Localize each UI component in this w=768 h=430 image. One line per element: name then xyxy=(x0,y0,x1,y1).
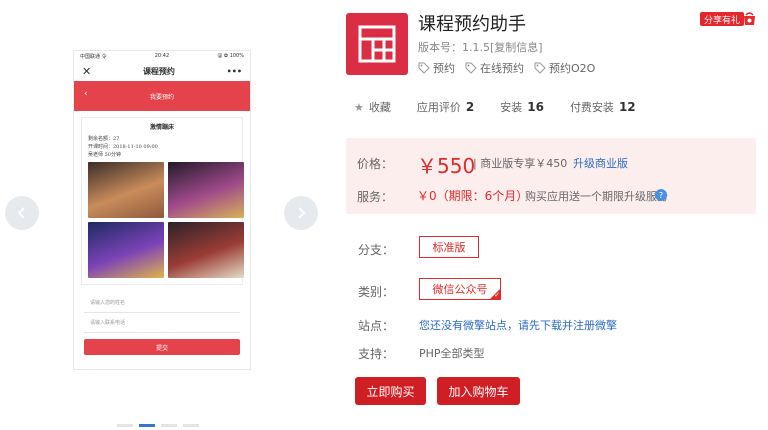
collect-label: 收藏 xyxy=(368,101,391,114)
install-stat: 安装 16 xyxy=(500,99,544,115)
share-reward-badge[interactable]: 分享有礼 xyxy=(700,12,745,26)
category-option-label: 微信公众号 xyxy=(432,283,488,296)
gallery-pagination xyxy=(117,424,199,427)
status-time: 20:42 xyxy=(154,53,170,59)
phone-status-bar: 中国联通 令 20:42 @ ✿ 100% xyxy=(74,51,250,61)
price-label: 价格： xyxy=(357,157,394,171)
tag-label: 预约O2O xyxy=(549,62,596,75)
course-info-row: 剩余名额：27 xyxy=(88,136,120,142)
tag-icon xyxy=(534,62,546,74)
phone-title-bar: ✕ 课程预约 ••• xyxy=(74,61,250,81)
service-note: 购买应用送一个期限升级服务 xyxy=(525,190,668,203)
course-photo xyxy=(88,162,164,218)
add-to-cart-button[interactable]: 加入购物车 xyxy=(437,377,520,405)
price-value: ￥550 xyxy=(417,154,476,178)
paid-install-label: 付费安装 xyxy=(569,101,614,114)
course-info-row: 开课时间：2018-11-10 09:00 xyxy=(88,144,158,150)
pagination-dot[interactable] xyxy=(183,424,199,427)
check-icon: ✓ xyxy=(494,291,500,299)
star-icon: ★ xyxy=(354,100,364,114)
course-title: 激情蹦床 xyxy=(149,124,174,131)
gift-bag-icon[interactable] xyxy=(743,11,756,26)
review-stat[interactable]: 应用评价 2 xyxy=(417,99,474,115)
tag-label: 预约 xyxy=(433,62,455,75)
service-value: ￥0（期限：6个月） xyxy=(417,189,529,203)
pagination-dot[interactable] xyxy=(161,424,177,427)
pagination-dot[interactable] xyxy=(139,424,155,427)
version-info[interactable]: 版本号：1.1.5[复制信息] xyxy=(418,39,543,55)
course-photo xyxy=(168,162,244,218)
status-battery: @ ✿ 100% xyxy=(217,53,244,59)
course-photo-grid xyxy=(88,162,244,278)
install-label: 安装 xyxy=(500,101,523,114)
course-photo xyxy=(88,222,164,278)
phone-banner: ‹ 我要预约 xyxy=(74,81,250,111)
support-label: 支持： xyxy=(358,347,395,361)
branch-option-standard[interactable]: 标准版 xyxy=(419,236,479,258)
course-card: 激情蹦床 剩余名额：27 开课时间：2018-11-10 09:00 吴老师 5… xyxy=(81,117,244,285)
paid-install-stat: 付费安装 12 xyxy=(570,99,636,115)
collect-button[interactable]: ★ 收藏 xyxy=(354,99,391,115)
upgrade-commercial-link[interactable]: 升级商业版 xyxy=(573,155,628,171)
tag-item[interactable]: 预约O2O xyxy=(534,60,595,76)
tag-icon xyxy=(465,62,477,74)
phone-title: 课程预约 xyxy=(142,66,175,76)
grid-logo-icon xyxy=(358,25,396,63)
category-option-wechat[interactable]: 微信公众号 ✓ xyxy=(419,278,501,300)
tag-icon xyxy=(418,62,430,74)
app-name: 课程预约助手 xyxy=(418,14,526,35)
phone-input: 请输入联系电话 xyxy=(84,313,240,333)
paid-install-count: 12 xyxy=(618,100,636,114)
service-label: 服务： xyxy=(357,190,394,204)
pagination-dot[interactable] xyxy=(117,424,133,427)
tag-item[interactable]: 在线预约 xyxy=(465,60,524,76)
app-logo xyxy=(346,13,408,75)
category-label: 类别： xyxy=(358,285,395,299)
tag-item[interactable]: 预约 xyxy=(418,60,455,76)
site-register-link[interactable]: 您还没有微擎站点，请先下载并注册微擎 xyxy=(419,317,617,333)
review-label: 应用评价 xyxy=(416,101,461,114)
screenshot-preview: 中国联通 令 20:42 @ ✿ 100% ✕ 课程预约 ••• ‹ 我要预约 … xyxy=(73,50,251,370)
review-count: 2 xyxy=(465,100,475,114)
course-info-row: 吴老师 50分钟 xyxy=(88,152,121,158)
site-label: 站点： xyxy=(358,319,395,333)
course-photo xyxy=(168,222,244,278)
chevron-left-icon xyxy=(17,207,25,219)
name-input: 请输入您的姓名 xyxy=(84,293,240,313)
buy-now-button[interactable]: 立即购买 xyxy=(355,377,426,405)
more-icon: ••• xyxy=(226,66,242,76)
support-value: PHP全部类型 xyxy=(419,347,485,360)
status-carrier: 中国联通 令 xyxy=(80,53,107,60)
help-icon[interactable]: ? xyxy=(655,189,667,201)
chevron-right-icon xyxy=(298,207,306,219)
submit-button: 提交 xyxy=(84,339,240,355)
phone-banner-title: 我要预约 xyxy=(149,93,174,101)
commercial-price: | 商业版专享￥450 xyxy=(473,157,568,170)
app-stats: ★ 收藏 应用评价 2 安装 16 付费安装 12 xyxy=(354,99,662,115)
close-icon: ✕ xyxy=(82,64,92,78)
back-icon: ‹ xyxy=(84,89,88,99)
install-count: 16 xyxy=(527,100,544,114)
prev-arrow-button[interactable] xyxy=(5,196,39,230)
next-arrow-button[interactable] xyxy=(284,196,318,230)
tag-label: 在线预约 xyxy=(480,62,524,75)
tag-list: 预约 在线预约 预约O2O xyxy=(418,60,595,76)
branch-label: 分支： xyxy=(358,243,395,257)
